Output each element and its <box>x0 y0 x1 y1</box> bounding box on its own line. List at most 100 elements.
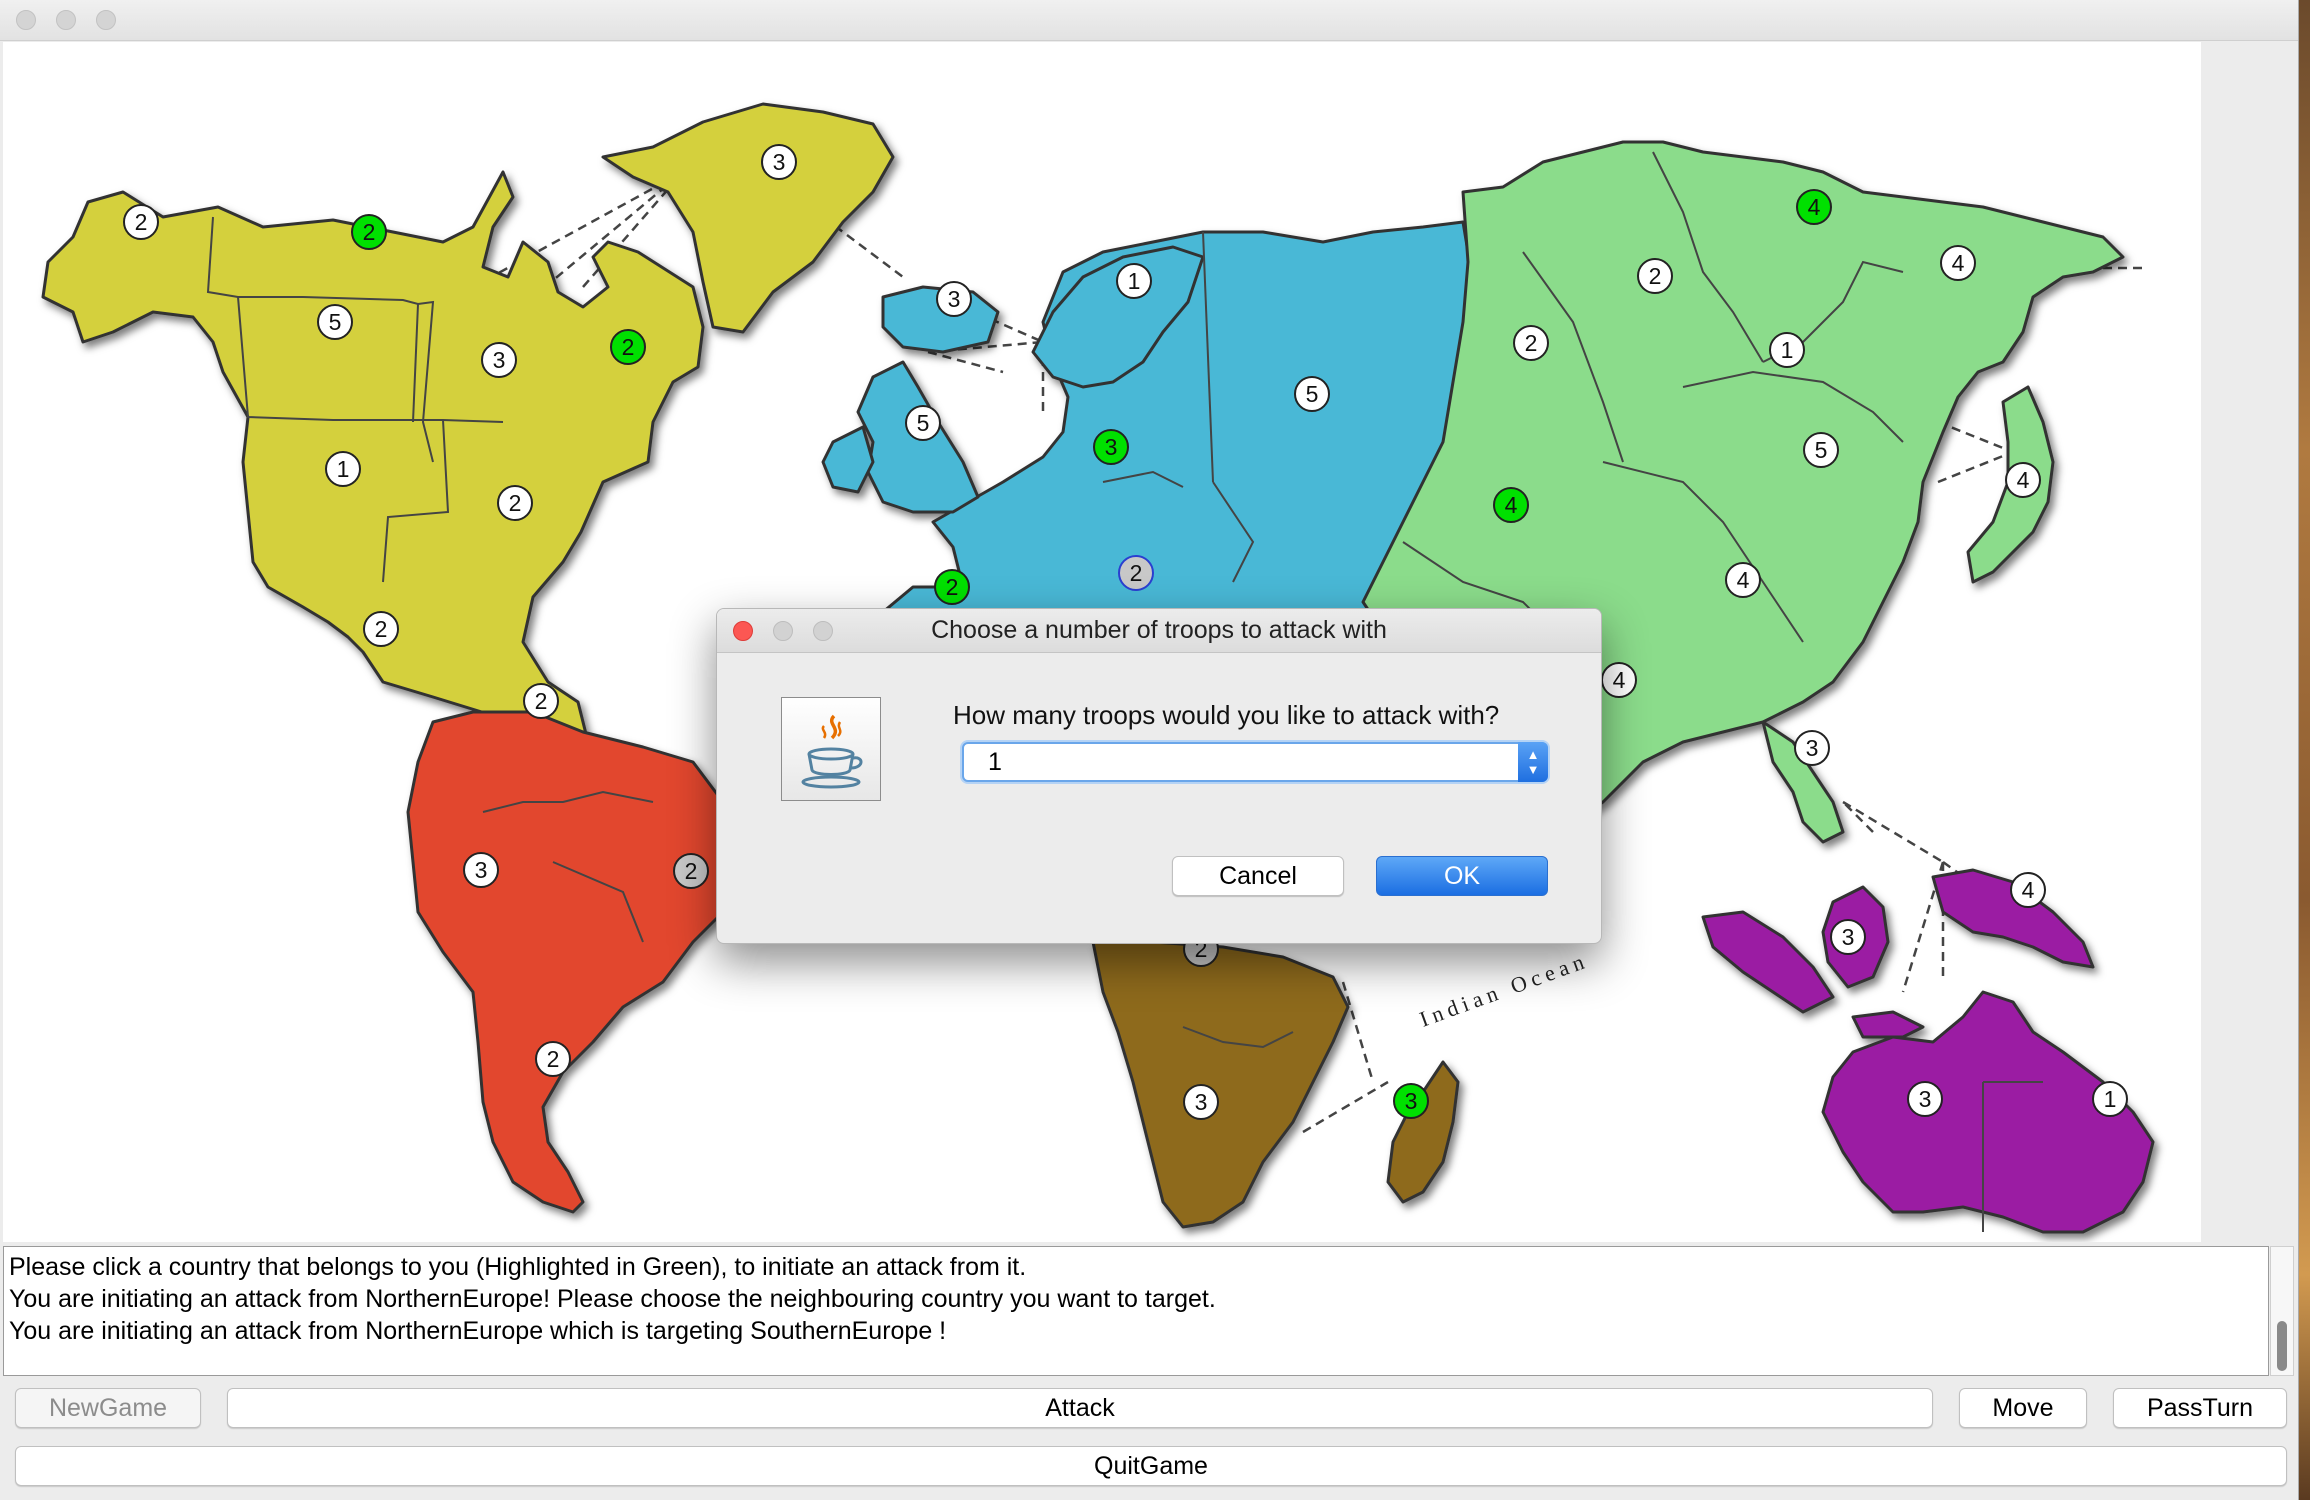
minimize-window-button[interactable] <box>56 10 76 30</box>
troop-marker[interactable]: 2 <box>123 204 159 240</box>
troop-marker[interactable]: 1 <box>325 451 361 487</box>
troop-marker[interactable]: 5 <box>317 304 353 340</box>
select-updown-chevron-icon[interactable]: ▲ ▼ <box>1518 742 1548 782</box>
troop-marker[interactable]: 3 <box>1830 919 1866 955</box>
dialog-titlebar: Choose a number of troops to attack with <box>717 609 1601 653</box>
troop-count-label: 1 <box>1781 337 1794 363</box>
troop-marker[interactable]: 3 <box>463 852 499 888</box>
log-scrollbar-thumb[interactable] <box>2277 1321 2287 1371</box>
africa-continent[interactable] <box>1091 940 1350 1229</box>
window-titlebar <box>0 0 2298 41</box>
desktop-background <box>2298 0 2310 1500</box>
troop-marker[interactable]: 1 <box>1116 263 1152 299</box>
ok-button[interactable]: OK <box>1376 856 1548 896</box>
troop-marker[interactable]: 4 <box>1493 487 1529 523</box>
troop-marker[interactable]: 3 <box>936 281 972 317</box>
troop-marker[interactable]: 2 <box>1513 325 1549 361</box>
troop-count-label: 4 <box>1808 194 1821 220</box>
troop-marker[interactable]: 2 <box>497 485 533 521</box>
troop-count-label: 5 <box>917 410 930 436</box>
new-game-button[interactable]: NewGame <box>15 1388 201 1428</box>
log-line: You are initiating an attack from Northe… <box>9 1317 947 1345</box>
madagascar-territory[interactable] <box>1386 1060 1460 1204</box>
attack-button[interactable]: Attack <box>227 1388 1933 1428</box>
log-line: Please click a country that belongs to y… <box>9 1253 1027 1281</box>
troop-marker[interactable]: 3 <box>1183 1084 1219 1120</box>
troop-count-label: 3 <box>1405 1088 1418 1114</box>
troop-count-label: 5 <box>1815 437 1828 463</box>
troop-marker[interactable]: 3 <box>1093 429 1129 465</box>
troop-count-label: 4 <box>2017 467 2030 493</box>
north-america-continent[interactable] <box>41 170 705 744</box>
pass-turn-button[interactable]: PassTurn <box>2113 1388 2287 1428</box>
troop-marker[interactable]: 5 <box>905 405 941 441</box>
troop-count-label: 2 <box>375 616 388 642</box>
troop-count-label: 2 <box>363 219 376 245</box>
dialog-prompt: How many troops would you like to attack… <box>953 700 1500 730</box>
troop-count-label: 3 <box>1842 924 1855 950</box>
troop-marker[interactable]: 3 <box>1393 1083 1429 1119</box>
troop-count-label: 3 <box>1195 1089 1208 1115</box>
troop-marker[interactable]: 3 <box>481 342 517 378</box>
south-america-continent[interactable] <box>406 710 740 1214</box>
ireland-territory[interactable] <box>821 425 875 494</box>
troop-marker[interactable]: 4 <box>1725 562 1761 598</box>
move-button[interactable]: Move <box>1959 1388 2087 1428</box>
troop-marker[interactable]: 3 <box>1794 730 1830 766</box>
troop-marker[interactable]: 4 <box>2010 872 2046 908</box>
troop-count-label: 2 <box>1649 263 1662 289</box>
troop-count-label: 2 <box>535 688 548 714</box>
troop-marker[interactable]: 4 <box>1601 662 1637 698</box>
troop-count-label: 1 <box>2104 1086 2117 1112</box>
troop-count-label: 5 <box>1306 381 1319 407</box>
troop-marker[interactable]: 5 <box>1294 376 1330 412</box>
troop-count-label: 1 <box>1128 268 1141 294</box>
cancel-button[interactable]: Cancel <box>1172 856 1344 896</box>
troop-marker[interactable]: 4 <box>2005 462 2041 498</box>
troop-count-label: 4 <box>1613 667 1626 693</box>
troop-count-label: 2 <box>547 1046 560 1072</box>
troop-count-select[interactable]: 1 ▲ ▼ <box>962 742 1548 782</box>
quit-game-button[interactable]: QuitGame <box>15 1446 2287 1486</box>
troop-count-label: 3 <box>1105 434 1118 460</box>
troop-marker[interactable]: 2 <box>351 214 387 250</box>
troop-marker[interactable]: 1 <box>2092 1081 2128 1117</box>
troop-marker[interactable]: 2 <box>523 683 559 719</box>
troop-count-label: 2 <box>1130 560 1143 586</box>
troop-count-label: 5 <box>329 309 342 335</box>
troop-count-label: 2 <box>135 209 148 235</box>
troop-marker[interactable]: 4 <box>1796 189 1832 225</box>
troop-marker[interactable]: 2 <box>934 569 970 605</box>
zoom-window-button[interactable] <box>96 10 116 30</box>
troop-marker[interactable]: 5 <box>1803 432 1839 468</box>
troop-count-label: 3 <box>773 149 786 175</box>
ocean-label: Indian Ocean <box>1416 947 1592 1031</box>
right-margin-panel <box>2201 42 2298 1242</box>
troop-marker[interactable]: 3 <box>1907 1081 1943 1117</box>
troop-count-label: 3 <box>948 286 961 312</box>
attack-troops-dialog: Choose a number of troops to attack with… <box>716 608 1602 944</box>
sulawesi-territory[interactable] <box>1851 1010 1925 1039</box>
troop-count-label: 2 <box>1525 330 1538 356</box>
troop-count-label: 4 <box>1737 567 1750 593</box>
troop-marker[interactable]: 4 <box>1940 245 1976 281</box>
log-line: You are initiating an attack from Northe… <box>9 1285 1216 1313</box>
troop-marker[interactable]: 2 <box>673 853 709 889</box>
troop-marker[interactable]: 2 <box>1637 258 1673 294</box>
game-log-textarea[interactable]: Please click a country that belongs to y… <box>3 1246 2269 1376</box>
troop-count-value: 1 <box>988 748 1002 776</box>
troop-marker[interactable]: 2 <box>535 1041 571 1077</box>
troop-count-label: 2 <box>509 490 522 516</box>
troop-marker[interactable]: 2 <box>363 611 399 647</box>
log-scrollbar[interactable] <box>2270 1246 2294 1376</box>
close-window-button[interactable] <box>16 10 36 30</box>
troop-count-label: 2 <box>946 574 959 600</box>
indonesia-territory[interactable] <box>1701 910 1835 1014</box>
troop-marker[interactable]: 1 <box>1769 332 1805 368</box>
troop-count-label: 2 <box>622 334 635 360</box>
troop-marker[interactable]: 2 <box>610 329 646 365</box>
java-coffee-cup-icon <box>781 697 881 801</box>
troop-marker[interactable]: 2 <box>1118 555 1154 591</box>
troop-marker[interactable]: 3 <box>761 144 797 180</box>
troop-count-label: 3 <box>1806 735 1819 761</box>
